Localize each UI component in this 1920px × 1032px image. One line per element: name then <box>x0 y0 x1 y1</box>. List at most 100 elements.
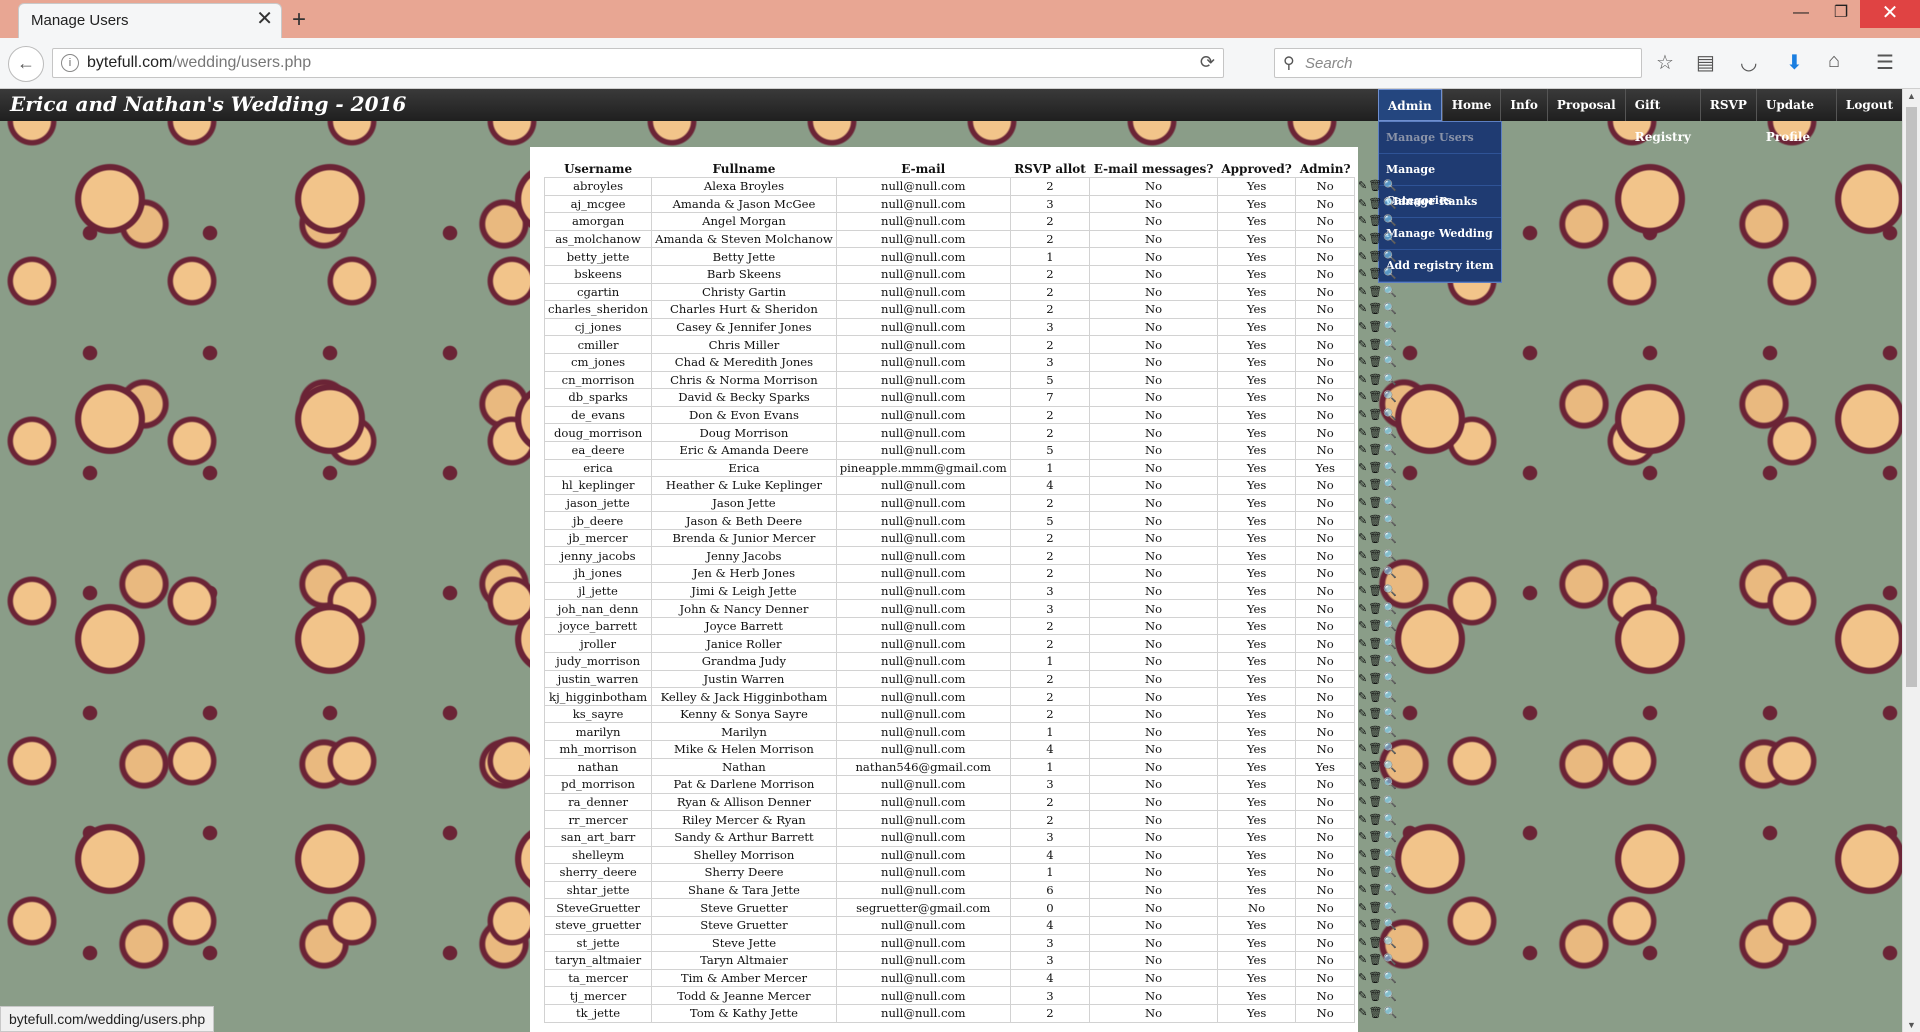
delete-icon[interactable]: 🗑 <box>1368 830 1383 843</box>
edit-icon[interactable]: ✎ <box>1358 725 1368 738</box>
delete-icon[interactable]: 🗑 <box>1368 777 1383 790</box>
edit-icon[interactable]: ✎ <box>1358 777 1368 790</box>
delete-icon[interactable]: 🗑 <box>1368 989 1383 1002</box>
view-icon[interactable]: 🔍 <box>1383 883 1398 896</box>
download-icon[interactable]: ⬇ <box>1786 50 1803 75</box>
edit-icon[interactable]: ✎ <box>1358 883 1368 896</box>
view-icon[interactable]: 🔍 <box>1383 725 1398 738</box>
view-icon[interactable]: 🔍 <box>1383 214 1398 227</box>
menu-update-profile[interactable]: Update Profile <box>1755 89 1836 144</box>
menu-home[interactable]: Home <box>1441 89 1501 121</box>
reload-icon[interactable]: ⟳ <box>1200 52 1215 73</box>
view-icon[interactable]: 🔍 <box>1383 672 1398 685</box>
scroll-up-icon[interactable]: ▲ <box>1907 91 1916 101</box>
edit-icon[interactable]: ✎ <box>1358 584 1368 597</box>
view-icon[interactable]: 🔍 <box>1383 918 1398 931</box>
edit-icon[interactable]: ✎ <box>1358 760 1368 773</box>
view-icon[interactable]: 🔍 <box>1383 461 1398 474</box>
view-icon[interactable]: 🔍 <box>1383 707 1398 720</box>
edit-icon[interactable]: ✎ <box>1358 355 1368 368</box>
delete-icon[interactable]: 🗑 <box>1368 461 1383 474</box>
delete-icon[interactable]: 🗑 <box>1368 426 1383 439</box>
bookmark-star-icon[interactable]: ☆ <box>1656 50 1674 75</box>
close-window-icon[interactable]: ✕ <box>1860 0 1920 28</box>
edit-icon[interactable]: ✎ <box>1358 514 1368 527</box>
delete-icon[interactable]: 🗑 <box>1368 865 1383 878</box>
edit-icon[interactable]: ✎ <box>1358 742 1368 755</box>
edit-icon[interactable]: ✎ <box>1358 285 1368 298</box>
edit-icon[interactable]: ✎ <box>1358 267 1368 280</box>
delete-icon[interactable]: 🗑 <box>1368 514 1383 527</box>
delete-icon[interactable]: 🗑 <box>1368 320 1383 333</box>
hamburger-menu-icon[interactable]: ☰ <box>1876 50 1894 75</box>
view-icon[interactable]: 🔍 <box>1383 285 1398 298</box>
edit-icon[interactable]: ✎ <box>1358 672 1368 685</box>
edit-icon[interactable]: ✎ <box>1358 953 1368 966</box>
view-icon[interactable]: 🔍 <box>1383 179 1398 192</box>
edit-icon[interactable]: ✎ <box>1358 936 1368 949</box>
delete-icon[interactable]: 🗑 <box>1368 760 1383 773</box>
view-icon[interactable]: 🔍 <box>1383 637 1398 650</box>
edit-icon[interactable]: ✎ <box>1358 496 1368 509</box>
delete-icon[interactable]: 🗑 <box>1368 883 1383 896</box>
delete-icon[interactable]: 🗑 <box>1368 232 1383 245</box>
edit-icon[interactable]: ✎ <box>1358 637 1368 650</box>
edit-icon[interactable]: ✎ <box>1358 373 1368 386</box>
edit-icon[interactable]: ✎ <box>1358 602 1368 615</box>
view-icon[interactable]: 🔍 <box>1383 848 1398 861</box>
delete-icon[interactable]: 🗑 <box>1368 918 1383 931</box>
edit-icon[interactable]: ✎ <box>1358 408 1368 421</box>
view-icon[interactable]: 🔍 <box>1383 549 1398 562</box>
edit-icon[interactable]: ✎ <box>1358 971 1368 984</box>
edit-icon[interactable]: ✎ <box>1358 566 1368 579</box>
delete-icon[interactable]: 🗑 <box>1368 936 1383 949</box>
view-icon[interactable]: 🔍 <box>1383 408 1398 421</box>
search-input[interactable]: ⚲ Search <box>1274 48 1642 78</box>
view-icon[interactable]: 🔍 <box>1383 496 1398 509</box>
scroll-down-icon[interactable]: ▼ <box>1907 1020 1916 1030</box>
edit-icon[interactable]: ✎ <box>1358 302 1368 315</box>
view-icon[interactable]: 🔍 <box>1383 865 1398 878</box>
delete-icon[interactable]: 🗑 <box>1368 338 1383 351</box>
edit-icon[interactable]: ✎ <box>1358 549 1368 562</box>
new-tab-button[interactable]: + <box>292 6 306 34</box>
menu-admin[interactable]: Admin <box>1378 89 1442 121</box>
view-icon[interactable]: 🔍 <box>1383 936 1398 949</box>
view-icon[interactable]: 🔍 <box>1383 901 1398 914</box>
view-icon[interactable]: 🔍 <box>1383 390 1398 403</box>
view-icon[interactable]: 🔍 <box>1383 566 1398 579</box>
delete-icon[interactable]: 🗑 <box>1368 214 1383 227</box>
view-icon[interactable]: 🔍 <box>1383 443 1398 456</box>
delete-icon[interactable]: 🗑 <box>1368 250 1383 263</box>
view-icon[interactable]: 🔍 <box>1383 971 1398 984</box>
delete-icon[interactable]: 🗑 <box>1368 637 1383 650</box>
delete-icon[interactable]: 🗑 <box>1368 285 1383 298</box>
pocket-icon[interactable]: ◡ <box>1740 50 1757 75</box>
edit-icon[interactable]: ✎ <box>1358 848 1368 861</box>
delete-icon[interactable]: 🗑 <box>1368 971 1383 984</box>
vertical-scrollbar[interactable]: ▲ ▼ <box>1902 89 1920 1032</box>
scroll-thumb[interactable] <box>1906 107 1917 687</box>
delete-icon[interactable]: 🗑 <box>1368 267 1383 280</box>
delete-icon[interactable]: 🗑 <box>1368 654 1383 667</box>
delete-icon[interactable]: 🗑 <box>1368 619 1383 632</box>
delete-icon[interactable]: 🗑 <box>1368 725 1383 738</box>
info-icon[interactable]: i <box>61 54 79 72</box>
edit-icon[interactable]: ✎ <box>1358 320 1368 333</box>
delete-icon[interactable]: 🗑 <box>1368 197 1383 210</box>
edit-icon[interactable]: ✎ <box>1358 214 1368 227</box>
delete-icon[interactable]: 🗑 <box>1368 690 1383 703</box>
edit-icon[interactable]: ✎ <box>1358 1006 1368 1019</box>
delete-icon[interactable]: 🗑 <box>1368 813 1383 826</box>
maximize-icon[interactable]: ❐ <box>1818 0 1864 28</box>
view-icon[interactable]: 🔍 <box>1383 250 1398 263</box>
view-icon[interactable]: 🔍 <box>1383 373 1398 386</box>
edit-icon[interactable]: ✎ <box>1358 989 1368 1002</box>
delete-icon[interactable]: 🗑 <box>1368 355 1383 368</box>
admin-menu-manage-users[interactable]: Manage Users <box>1379 122 1501 154</box>
delete-icon[interactable]: 🗑 <box>1368 602 1383 615</box>
view-icon[interactable]: 🔍 <box>1383 320 1398 333</box>
delete-icon[interactable]: 🗑 <box>1368 443 1383 456</box>
edit-icon[interactable]: ✎ <box>1358 443 1368 456</box>
edit-icon[interactable]: ✎ <box>1358 461 1368 474</box>
